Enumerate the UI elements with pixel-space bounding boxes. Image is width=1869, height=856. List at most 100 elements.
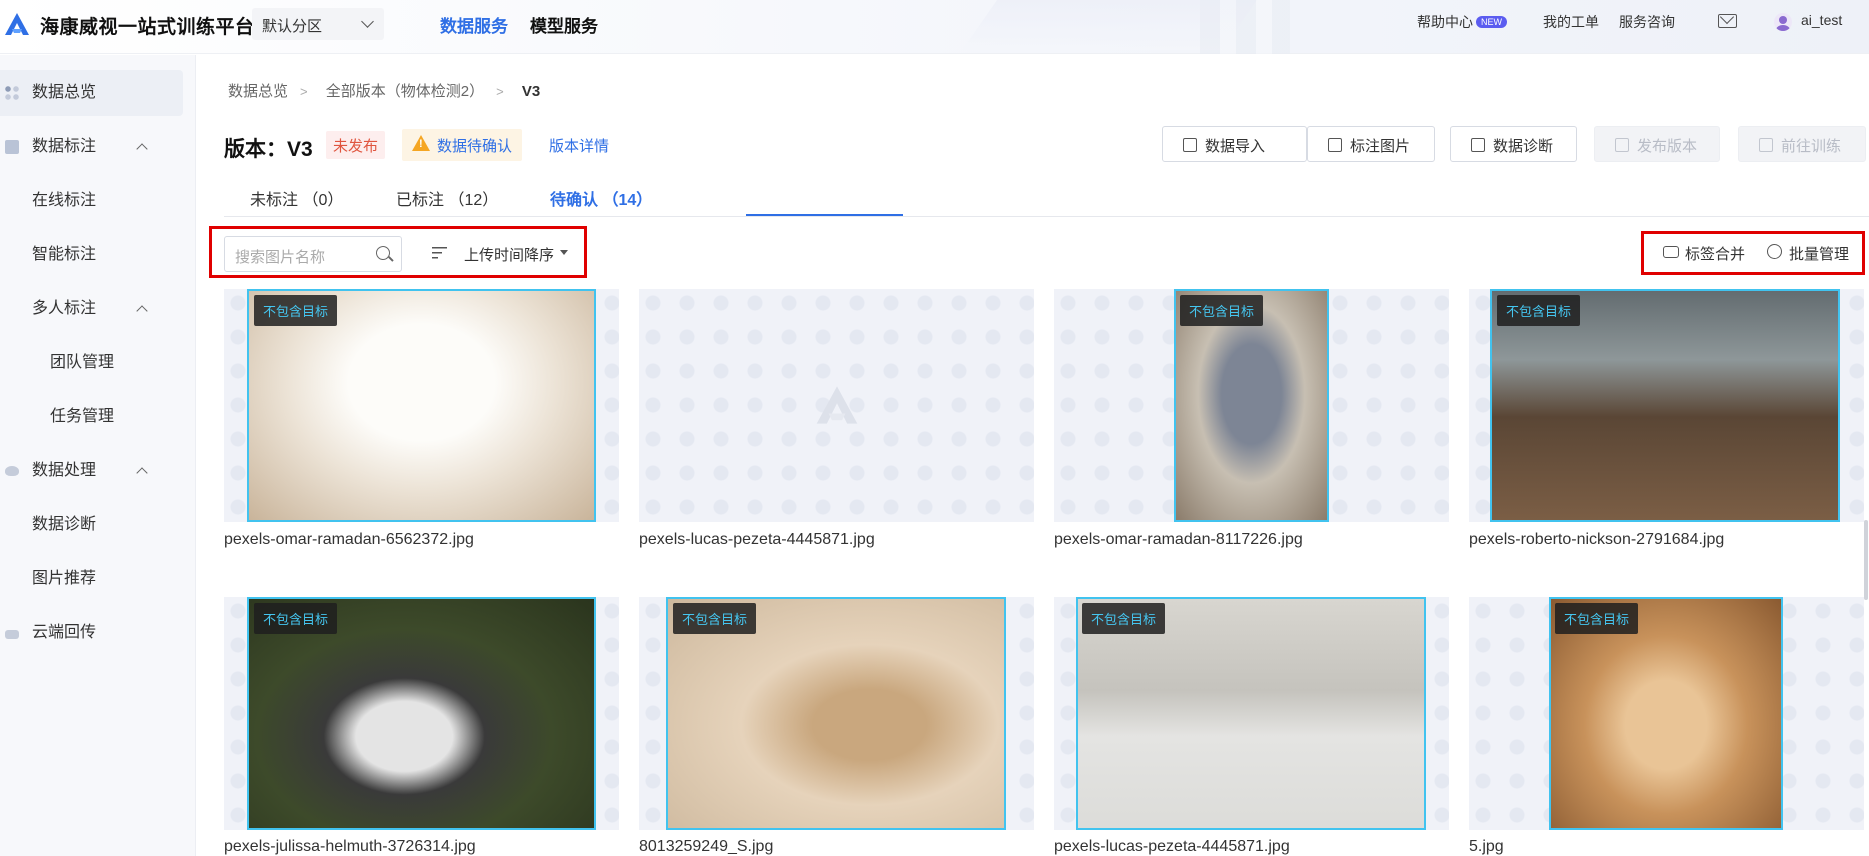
image-card[interactable]	[639, 289, 1034, 522]
status-badge: 不包含目标	[1180, 295, 1264, 326]
sidebar-item-online-annotation[interactable]: 在线标注	[0, 178, 183, 224]
annotate-label: 标注图片	[1350, 138, 1411, 155]
image-card[interactable]: 不包含目标	[1469, 597, 1864, 830]
help-center-label: 帮助中心	[1417, 14, 1473, 30]
version-detail-link[interactable]: 版本详情	[549, 135, 609, 156]
train-label: 前往训练	[1781, 138, 1842, 155]
new-badge: NEW	[1476, 16, 1507, 28]
help-center-link[interactable]: 帮助中心 NEW	[1417, 12, 1507, 32]
sidebar-item-data-overview[interactable]: 数据总览	[0, 70, 183, 116]
sidebar-item-image-recommend[interactable]: 图片推荐	[0, 556, 183, 602]
sidebar-item-label: 数据标注	[32, 138, 97, 155]
chart-icon	[1471, 138, 1485, 152]
diagnose-label: 数据诊断	[1493, 138, 1554, 155]
caret-down-icon	[560, 250, 569, 255]
page-title: 版本：V3	[224, 138, 313, 161]
chevron-up-icon	[136, 143, 148, 155]
batch-manage-label: 批量管理	[1789, 246, 1850, 263]
tab-indicator	[746, 214, 903, 216]
sidebar-item-label: 数据总览	[32, 84, 97, 101]
image-filename: pexels-omar-ramadan-6562372.jpg	[224, 531, 474, 548]
nav-data-service[interactable]: 数据服务	[440, 12, 508, 37]
send-icon	[1615, 138, 1629, 152]
import-icon	[1183, 138, 1197, 152]
sidebar-item-team-management[interactable]: 团队管理	[0, 340, 183, 386]
top-bar: 海康威视一站式训练平台 默认分区 数据服务 模型服务 帮助中心 NEW 我的工单 …	[0, 0, 1869, 54]
logo-icon[interactable]	[4, 11, 30, 37]
pending-label: 数据待确认	[437, 138, 513, 155]
sidebar-item-multi-annotation[interactable]: 多人标注	[0, 286, 183, 332]
search-icon[interactable]	[376, 246, 390, 260]
sidebar-item-data-annotation[interactable]: 数据标注	[0, 124, 183, 170]
heart-icon	[1759, 138, 1773, 152]
settings-icon	[1767, 244, 1782, 259]
search-placeholder: 搜索图片名称	[235, 249, 326, 266]
batch-manage-button[interactable]: 批量管理	[1767, 243, 1849, 264]
image-filename: pexels-omar-ramadan-8117226.jpg	[1054, 531, 1303, 548]
search-input[interactable]: 搜索图片名称	[224, 236, 402, 272]
status-badge: 不包含目标	[254, 603, 338, 634]
pending-badge: 数据待确认	[402, 129, 523, 161]
user-name[interactable]: ai_test	[1801, 12, 1842, 28]
tab-pending[interactable]: 待确认 （14）	[550, 186, 652, 210]
image-card[interactable]: 不包含目标	[224, 597, 619, 830]
image-filename: 8013259249_S.jpg	[639, 838, 774, 855]
sidebar-item-data-diagnosis[interactable]: 数据诊断	[0, 502, 183, 548]
image-card[interactable]: 不包含目标	[224, 289, 619, 522]
status-badge: 未发布	[326, 131, 386, 159]
header-decoration	[1200, 0, 1290, 54]
tag-icon	[1663, 246, 1679, 258]
import-button[interactable]: 数据导入	[1162, 126, 1307, 162]
image-filename: pexels-lucas-pezeta-4445871.jpg	[1054, 838, 1290, 855]
publish-label: 发布版本	[1637, 138, 1698, 155]
tab-annotated[interactable]: 已标注 （12）	[396, 186, 498, 210]
label-merge-button[interactable]: 标签合并	[1663, 243, 1745, 264]
sidebar-item-label: 多人标注	[32, 300, 97, 317]
label-merge-label: 标签合并	[1685, 246, 1746, 263]
sort-dropdown[interactable]: 上传时间降序	[432, 244, 569, 265]
sidebar-item-task-management[interactable]: 任务管理	[0, 394, 183, 440]
tab-unannotated[interactable]: 未标注 （0）	[250, 186, 343, 210]
breadcrumb-item[interactable]: 数据总览	[228, 83, 288, 100]
status-badge: 不包含目标	[673, 603, 757, 634]
partition-select[interactable]: 默认分区	[252, 8, 384, 40]
grid-icon	[5, 86, 19, 100]
warning-icon	[412, 135, 430, 151]
avatar[interactable]	[1774, 13, 1792, 31]
chevron-up-icon	[136, 305, 148, 317]
sidebar-item-label: 数据处理	[32, 462, 97, 479]
image-card[interactable]: 不包含目标	[1054, 289, 1449, 522]
sidebar-item-data-processing[interactable]: 数据处理	[0, 448, 183, 494]
service-consult-link[interactable]: 服务咨询	[1619, 12, 1675, 32]
mail-icon[interactable]	[1718, 14, 1737, 28]
image-card[interactable]: 不包含目标	[1054, 597, 1449, 830]
diagnose-button[interactable]: 数据诊断	[1450, 126, 1577, 162]
partition-value: 默认分区	[262, 18, 323, 35]
status-badge: 不包含目标	[1082, 603, 1166, 634]
image-card[interactable]: 不包含目标	[1469, 289, 1864, 522]
breadcrumb: 数据总览 > 全部版本（物体检测2） > V3	[228, 80, 552, 101]
chevron-down-icon	[361, 15, 374, 28]
train-button[interactable]: 前往训练	[1738, 126, 1866, 162]
sort-icon	[432, 247, 447, 259]
image-filename: pexels-julissa-helmuth-3726314.jpg	[224, 838, 476, 855]
my-tickets-link[interactable]: 我的工单	[1543, 12, 1599, 32]
sidebar-item-label: 云端回传	[32, 624, 97, 641]
scrollbar[interactable]	[1864, 520, 1868, 600]
breadcrumb-item[interactable]: 全部版本（物体检测2）	[326, 83, 484, 100]
publish-button[interactable]: 发布版本	[1594, 126, 1720, 162]
image-filename: 5.jpg	[1469, 838, 1504, 855]
sidebar-item-smart-annotation[interactable]: 智能标注	[0, 232, 183, 278]
nav-model-service[interactable]: 模型服务	[530, 12, 598, 37]
chevron-up-icon	[136, 467, 148, 479]
status-badge: 不包含目标	[1497, 295, 1581, 326]
annotate-button[interactable]: 标注图片	[1307, 126, 1435, 162]
sort-label: 上传时间降序	[464, 247, 555, 264]
status-badge: 不包含目标	[254, 295, 338, 326]
image-filename: pexels-roberto-nickson-2791684.jpg	[1469, 531, 1725, 548]
sidebar: 数据总览 数据标注 在线标注 智能标注 多人标注 团队管理 任务管理 数据处理 …	[0, 55, 196, 856]
sidebar-item-cloud-return[interactable]: 云端回传	[0, 610, 183, 656]
image-card[interactable]: 不包含目标	[639, 597, 1034, 830]
status-badge: 不包含目标	[1555, 603, 1639, 634]
breadcrumb-current: V3	[521, 83, 541, 100]
